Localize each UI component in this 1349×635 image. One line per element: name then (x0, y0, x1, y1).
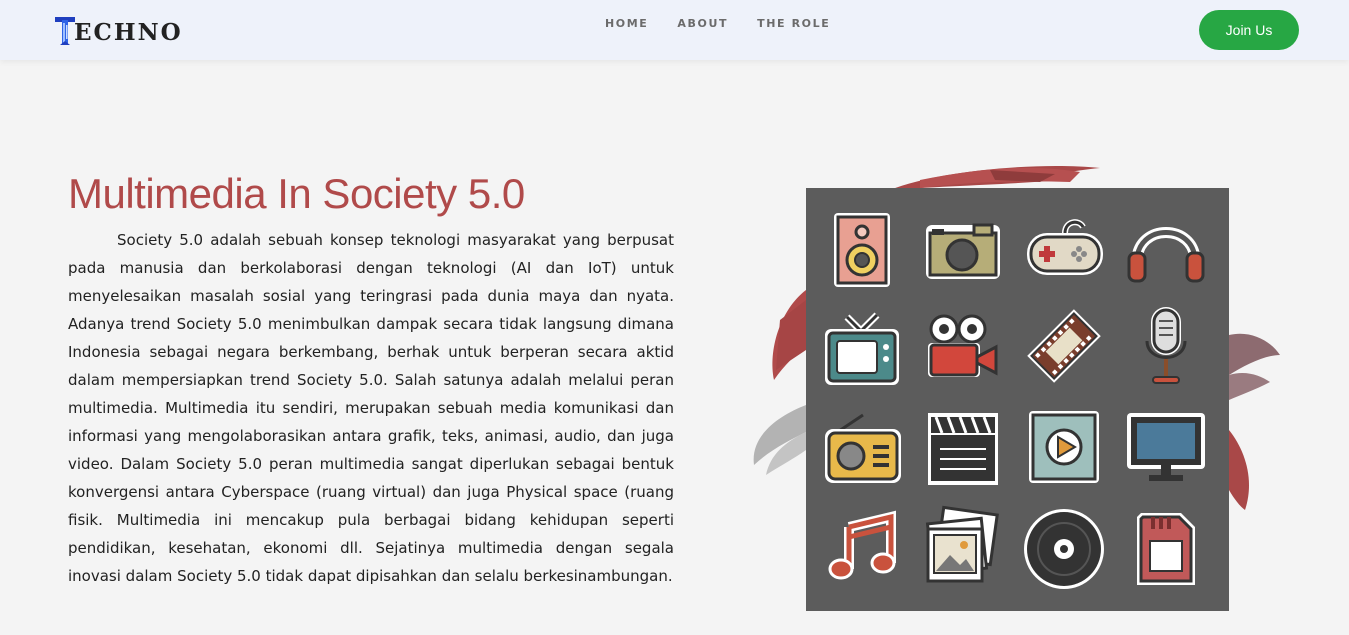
tv-icon (817, 301, 907, 391)
camera-icon (916, 203, 1006, 293)
clapperboard-icon (916, 403, 1006, 493)
vinyl-record-icon (1019, 503, 1109, 593)
main-nav: HOME ABOUT THE ROLE (605, 17, 859, 30)
intro-paragraph: Society 5.0 adalah sebuah konsep teknolo… (68, 231, 674, 585)
join-us-button[interactable]: Join Us (1199, 10, 1299, 50)
play-icon (1019, 403, 1109, 493)
gamepad-icon (1019, 203, 1109, 293)
brand-logo[interactable]: ECHNO (54, 14, 183, 48)
film-strip-icon (1019, 301, 1109, 391)
navbar: ECHNO HOME ABOUT THE ROLE Join Us (0, 0, 1349, 60)
microphone-icon (1121, 301, 1211, 391)
page-title: Multimedia In Society 5.0 (68, 170, 525, 217)
music-note-icon (817, 503, 907, 593)
multimedia-icons-panel (806, 188, 1229, 611)
speaker-icon (817, 203, 907, 293)
sd-card-icon (1121, 503, 1211, 593)
nav-link-about[interactable]: ABOUT (677, 17, 728, 30)
monitor-icon (1121, 403, 1211, 493)
brand-name: ECHNO (74, 18, 183, 46)
photos-icon (916, 503, 1006, 593)
nav-link-home[interactable]: HOME (605, 17, 648, 30)
logo-t-icon (55, 17, 75, 45)
radio-icon (817, 403, 907, 493)
nav-link-the-role[interactable]: THE ROLE (757, 17, 830, 30)
video-camera-icon (916, 301, 1006, 391)
headphones-icon (1121, 203, 1211, 293)
